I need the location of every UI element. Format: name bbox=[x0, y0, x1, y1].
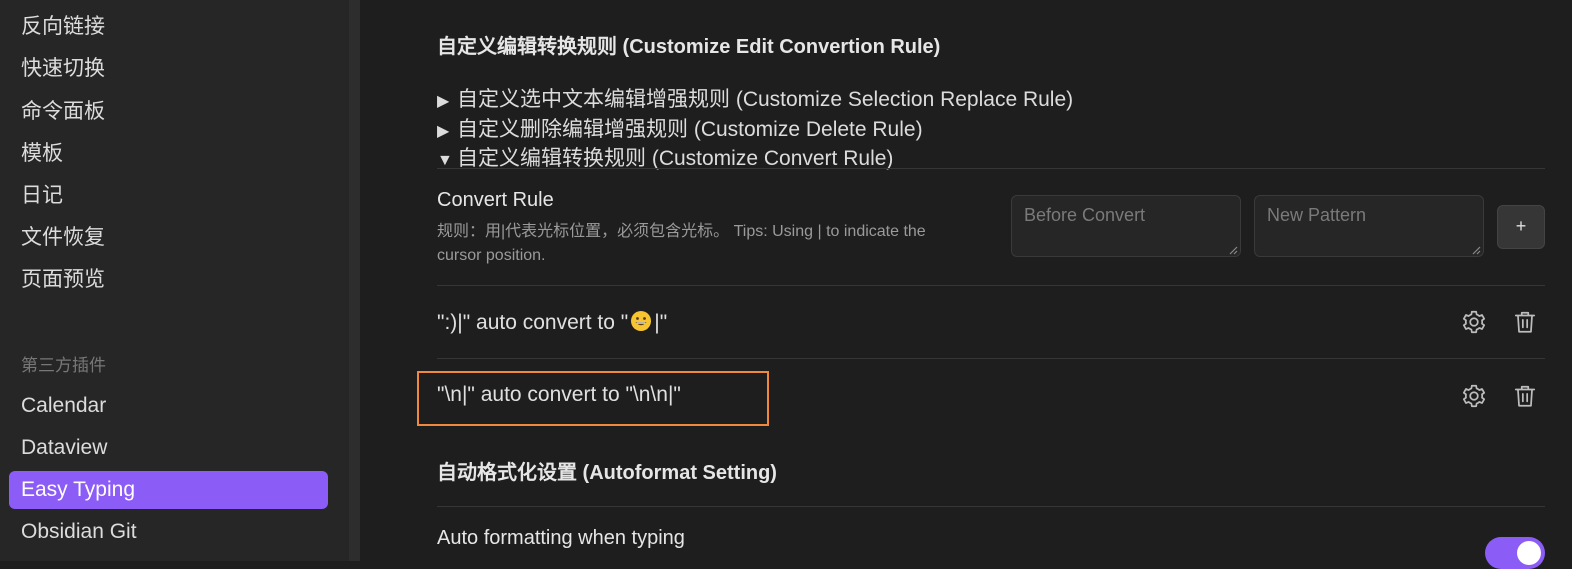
trash-icon bbox=[1514, 385, 1536, 407]
settings-content: 自定义编辑转换规则 (Customize Edit Convertion Rul… bbox=[360, 0, 1572, 569]
convert-rule-description-line: 规则：用|代表光标位置，必须包含光标。 Tips: Using | to ind… bbox=[437, 223, 926, 240]
grinning-face-icon bbox=[631, 311, 652, 331]
details-label: 自定义选中文本编辑增强规则 (Customize Selection Repla… bbox=[457, 88, 1074, 111]
collapsed-triangle-icon: ▶ bbox=[437, 93, 450, 110]
resize-grip-icon[interactable] bbox=[1228, 245, 1238, 255]
details-delete-rule[interactable]: ▶ 自定义删除编辑增强规则 (Customize Delete Rule) bbox=[437, 113, 923, 143]
add-rule-button[interactable]: + bbox=[1497, 205, 1545, 249]
details-label: 自定义编辑转换规则 (Customize Convert Rule) bbox=[457, 147, 894, 170]
rule-delete-button[interactable] bbox=[1510, 381, 1540, 411]
sidebar-item-quick-switcher[interactable]: 快速切换 bbox=[9, 50, 328, 88]
sidebar-item-dataview[interactable]: Dataview bbox=[9, 429, 328, 467]
rule-text-before: ":)|" auto convert to " bbox=[437, 311, 629, 334]
convert-rule-description-line: cursor position. bbox=[437, 247, 546, 264]
before-convert-input[interactable] bbox=[1011, 195, 1241, 257]
highlight-annotation bbox=[417, 371, 769, 426]
auto-formatting-toggle[interactable] bbox=[1485, 537, 1545, 569]
sidebar-item-page-preview[interactable]: 页面预览 bbox=[9, 261, 328, 299]
gear-icon bbox=[1462, 310, 1486, 334]
section-title-convert-rules: 自定义编辑转换规则 (Customize Edit Convertion Rul… bbox=[437, 36, 941, 58]
section-title-autoformat: 自动格式化设置 (Autoformat Setting) bbox=[437, 462, 777, 484]
settings-sidebar: 反向链接 快速切换 命令面板 模板 日记 文件恢复 页面预览 第三方插件 Cal… bbox=[0, 0, 349, 561]
divider bbox=[437, 168, 1545, 169]
divider bbox=[437, 358, 1545, 359]
rule-text-after: |" bbox=[654, 311, 668, 334]
rule-settings-button[interactable] bbox=[1459, 307, 1489, 337]
gear-icon bbox=[1462, 384, 1486, 408]
details-label: 自定义删除编辑增强规则 (Customize Delete Rule) bbox=[457, 118, 923, 141]
sidebar-item-easy-typing[interactable]: Easy Typing bbox=[9, 471, 328, 509]
rule-settings-button[interactable] bbox=[1459, 381, 1489, 411]
sidebar-divider[interactable] bbox=[349, 0, 360, 561]
sidebar-heading-community-plugins: 第三方插件 bbox=[21, 356, 106, 375]
convert-rule-name: Convert Rule bbox=[437, 189, 554, 211]
sidebar-item-command-palette[interactable]: 命令面板 bbox=[9, 93, 328, 131]
collapsed-triangle-icon: ▶ bbox=[437, 123, 450, 140]
sidebar-item-backlinks[interactable]: 反向链接 bbox=[9, 8, 328, 46]
rule-delete-button[interactable] bbox=[1510, 307, 1540, 337]
trash-icon bbox=[1514, 311, 1536, 333]
convert-rule-description: 规则：用|代表光标位置，必须包含光标。 Tips: Using | to ind… bbox=[437, 220, 997, 268]
auto-formatting-setting-name: Auto formatting when typing bbox=[437, 527, 685, 549]
new-pattern-input[interactable] bbox=[1254, 195, 1484, 257]
sidebar-item-calendar[interactable]: Calendar bbox=[9, 387, 328, 425]
convert-rule-item: ":)|" auto convert to " |" bbox=[437, 310, 667, 335]
resize-grip-icon[interactable] bbox=[1471, 245, 1481, 255]
details-selection-replace-rule[interactable]: ▶ 自定义选中文本编辑增强规则 (Customize Selection Repl… bbox=[437, 83, 1073, 113]
sidebar-item-daily-notes[interactable]: 日记 bbox=[9, 177, 328, 215]
sidebar-item-templates[interactable]: 模板 bbox=[9, 135, 328, 173]
divider bbox=[437, 285, 1545, 286]
sidebar-item-obsidian-git[interactable]: Obsidian Git bbox=[9, 513, 328, 551]
sidebar-item-file-recovery[interactable]: 文件恢复 bbox=[9, 219, 328, 257]
divider bbox=[437, 506, 1545, 507]
toggle-knob bbox=[1517, 541, 1541, 565]
